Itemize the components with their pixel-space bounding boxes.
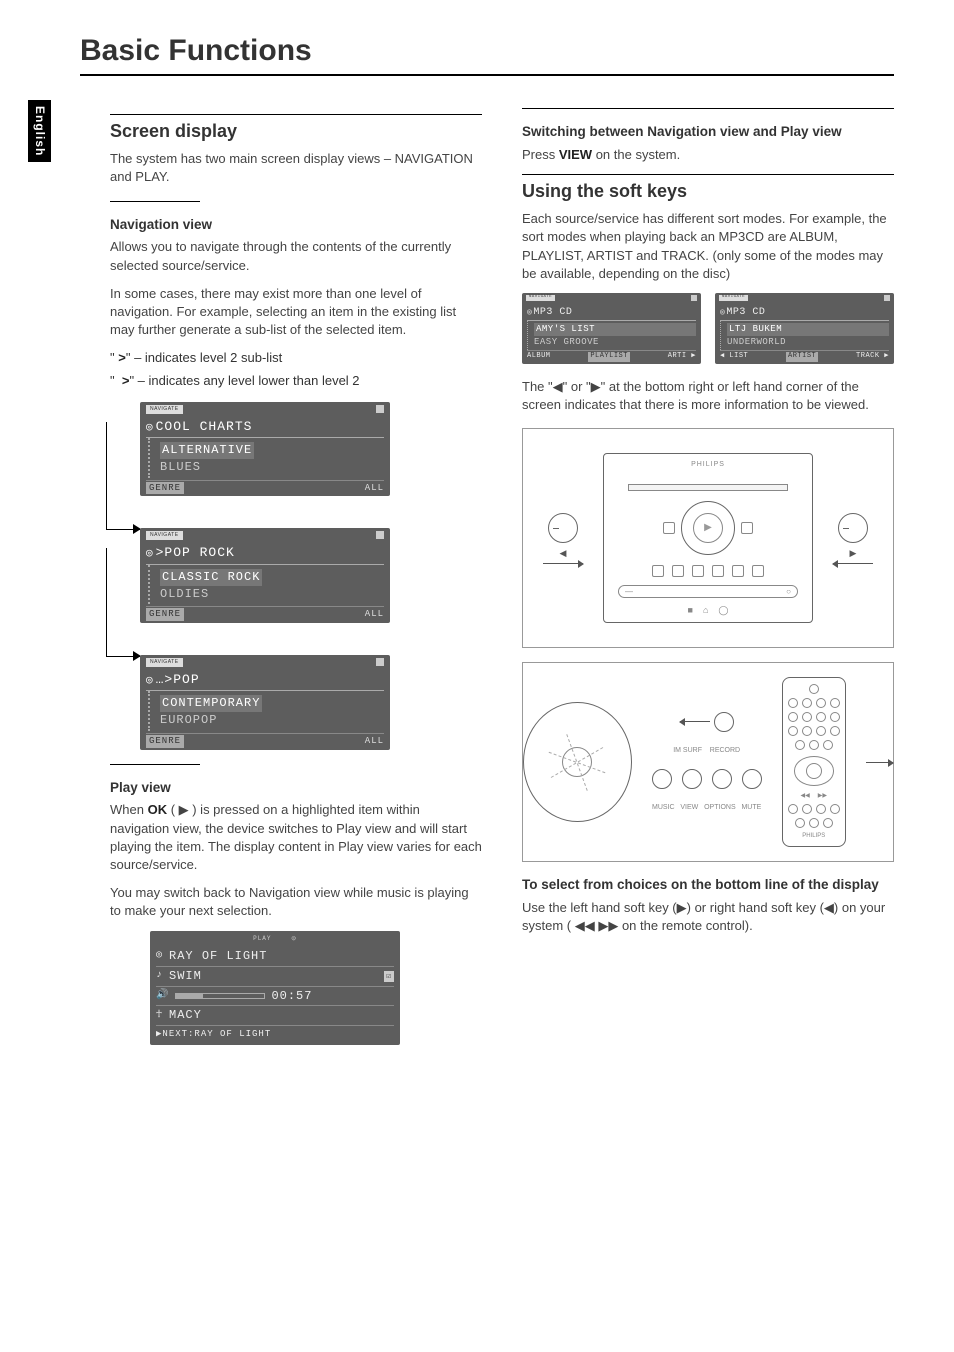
soft-keys-p1: Each source/service has different sort m… xyxy=(522,210,894,283)
nav-view-p1: Allows you to navigate through the conte… xyxy=(110,238,482,274)
person-icon: ☥ xyxy=(156,1009,163,1023)
lcd-sort-album: NAVIGATE MP3 CD AMY'S LIST EASY GROOVE A… xyxy=(522,293,701,364)
remote-control-icon: ◀◀ ▶▶ PHILIPS xyxy=(782,677,846,847)
pointer-line-icon xyxy=(866,762,893,763)
lcd-nav-level3: NAVIGATE …>POP CONTEMPORARY EUROPOP GENR… xyxy=(140,655,390,750)
remote-next-icon: ▶▶ xyxy=(818,792,827,800)
remote-diagram: IM SURF RECORD MUSIC VIEW OPTIONS MUTE ◀… xyxy=(522,662,894,862)
lcd-play-view: PLAY⦶ ◎RAY OF LIGHT ♪SWIM☑ 🔊00:57 ☥MACY … xyxy=(150,931,400,1045)
nav-view-p2: In some cases, there may exist more than… xyxy=(110,285,482,340)
chevron-icon: > xyxy=(122,373,130,388)
screen-display-heading: Screen display xyxy=(110,114,482,144)
page-title: Basic Functions xyxy=(80,30,894,76)
play-view-p1: When OK ( ▶ ) is pressed on a highlighte… xyxy=(110,801,482,874)
main-unit-diagram: ◀ PHILIPS ▶ —○ ■⌂◯ ▶ xyxy=(522,428,894,648)
screen-display-intro: The system has two main screen display v… xyxy=(110,150,482,186)
jog-wheel-icon xyxy=(523,702,632,822)
play-view-heading: Play view xyxy=(110,779,482,798)
right-arrow-icon: ▶ xyxy=(850,547,857,560)
nav-view-heading: Navigation view xyxy=(110,216,482,235)
left-arrow-icon: ◀ xyxy=(560,547,567,560)
language-tab: English xyxy=(28,100,51,162)
volume-icon: 🔊 xyxy=(156,989,169,1003)
chevron-icon: > xyxy=(118,350,126,365)
select-bottom-heading: To select from choices on the bottom lin… xyxy=(522,876,894,895)
lcd-nav-level2: NAVIGATE >POP ROCK CLASSIC ROCK OLDIES G… xyxy=(140,528,390,623)
note-icon: ♪ xyxy=(156,969,163,983)
switch-view-heading: Switching between Navigation view and Pl… xyxy=(522,123,894,142)
prev-track-icon xyxy=(714,712,734,732)
select-bottom-text: Use the left hand soft key (▶) or right … xyxy=(522,899,894,935)
right-soft-knob xyxy=(838,513,868,543)
disc-icon: ◎ xyxy=(156,949,163,963)
soft-keys-heading: Using the soft keys xyxy=(522,174,894,204)
left-soft-knob xyxy=(548,513,578,543)
level-indicators: " >" – indicates level 2 sub-list " >" –… xyxy=(110,349,482,389)
remote-prev-icon: ◀◀ xyxy=(801,792,810,800)
play-view-p2: You may switch back to Navigation view w… xyxy=(110,884,482,920)
switch-view-text: Press VIEW on the system. xyxy=(522,146,894,164)
lcd-nav-level1: NAVIGATE COOL CHARTS ALTERNATIVE BLUES G… xyxy=(140,402,390,497)
arrows-note: The "◀" or "▶" at the bottom right or le… xyxy=(522,378,894,414)
lcd-sort-artist: NAVIGATE MP3 CD LTJ BUKEM UNDERWORLD ◀ L… xyxy=(715,293,894,364)
